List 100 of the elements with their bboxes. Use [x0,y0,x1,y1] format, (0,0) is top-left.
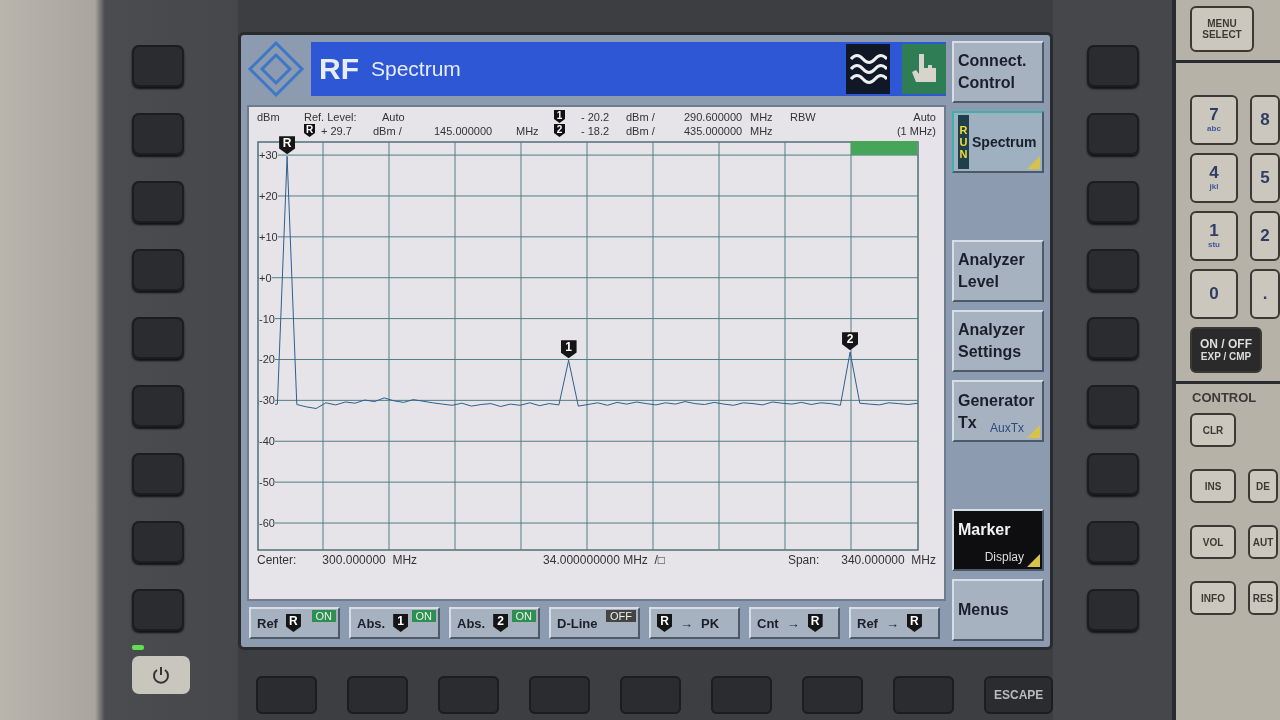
control-key[interactable]: INS [1190,469,1236,503]
marker-label: R [657,614,672,632]
state-badge: ON [411,610,436,622]
hardware-key[interactable] [256,676,318,714]
hardware-key[interactable] [1086,385,1139,427]
digit-key[interactable]: . [1250,269,1280,319]
hardware-key[interactable] [132,317,184,359]
center-label: Center: [257,553,297,567]
side-softkey[interactable]: Menus [952,579,1044,641]
softkey[interactable]: Abs. 1 ON [349,607,440,639]
hardware-key[interactable] [132,181,184,223]
unit-label: dBm [257,110,280,123]
level-unit: dBm / [626,110,655,123]
state-badge: ON [311,610,336,622]
hardware-key[interactable] [132,453,184,495]
control-key[interactable]: CLR [1190,413,1236,447]
frequency-unit: MHz [750,110,773,123]
hardware-key[interactable] [1086,317,1139,359]
rbw-mode: Auto [913,110,936,123]
digit-key[interactable]: 0 [1190,269,1238,319]
side-softkey[interactable]: Marker Display [952,509,1044,571]
marker-frequency: 435.000000 [684,124,743,137]
title-logo: RF [319,52,359,86]
ref-frequency: 145.000000 [434,124,493,137]
rbw-label: RBW [790,110,816,123]
control-key[interactable]: AUT [1248,525,1278,559]
on-off-key[interactable]: ON / OFF EXP / CMP [1190,327,1262,373]
control-key[interactable]: INFO [1190,581,1236,615]
hand-icon[interactable] [902,44,946,94]
digit-key[interactable]: 2 [1250,211,1280,261]
hardware-key[interactable] [802,676,864,714]
side-softkey[interactable]: Connect. Control [952,41,1044,103]
hardware-key[interactable] [529,676,591,714]
softkey[interactable]: Cnt → R [749,607,840,639]
escape-key[interactable]: ESCAPE [984,676,1053,714]
window-title: Spectrum [371,57,461,81]
side-softkey[interactable]: Analyzer Settings [952,310,1044,372]
side-softkey[interactable]: Analyzer Level [952,240,1044,302]
level-unit: dBm / [626,124,655,137]
softkey[interactable]: R → PK [649,607,740,639]
axis-label: -50 [259,476,275,489]
ref-level: + 29.7 [321,124,352,137]
softkey[interactable]: Ref → R [849,607,940,639]
digit-key[interactable]: 5 [1250,153,1280,203]
axis-label: -20 [259,353,275,366]
side-softkey[interactable]: Generator Tx AuxTx [952,380,1044,442]
axis-label: +30 [259,149,278,162]
side-softkey[interactable]: RUN Spectrum [952,111,1044,173]
digit-key[interactable]: 8 [1250,95,1280,145]
marker-label: R [906,614,922,632]
control-key[interactable]: VOL [1190,525,1236,559]
hardware-key[interactable] [1086,113,1139,155]
marker-label: R [807,614,823,632]
hardware-key[interactable] [132,521,184,563]
frequency-unit: MHz [516,124,539,137]
softkey[interactable]: D-Line OFF [549,607,640,639]
state-badge: ON [511,610,536,622]
level-unit: dBm / [373,124,402,137]
softkey[interactable]: Ref R ON [249,607,340,639]
marker-flag: R [279,136,296,155]
marker-level: - 20.2 [581,110,610,123]
marker-frequency: 290.600000 [684,110,743,123]
hardware-key[interactable] [132,113,184,155]
control-key[interactable]: RES [1248,581,1278,615]
hardware-key[interactable] [132,45,184,87]
hardware-key[interactable] [132,249,184,291]
power-icon [151,665,171,685]
ref-level-label: Ref. Level: [304,110,357,123]
hardware-key[interactable] [620,676,682,714]
logo-icon [247,40,305,98]
hardware-key[interactable] [347,676,409,714]
ref-level-mode: Auto [382,110,405,123]
marker-level: - 18.2 [581,124,610,137]
hardware-key[interactable] [132,589,184,631]
marker-flag: 2 [842,332,859,351]
hardware-key[interactable] [438,676,500,714]
status-badge [851,141,917,155]
center-frequency: 300.000000 MHz [322,553,418,567]
hardware-key[interactable] [711,676,773,714]
menu-select-key[interactable]: MENU SELECT [1190,6,1254,52]
wave-icon[interactable] [846,44,890,94]
hardware-key[interactable] [893,676,955,714]
control-key[interactable]: DE [1248,469,1278,503]
digit-key[interactable]: 1 stu [1190,211,1238,261]
marker-label: R [304,124,315,137]
marker-label: 2 [554,124,565,137]
axis-label: -40 [259,435,275,448]
digit-key[interactable]: 7 abc [1190,95,1238,145]
hardware-key[interactable] [132,385,184,427]
softkey[interactable]: Abs. 2 ON [449,607,540,639]
hardware-key[interactable] [1086,181,1139,223]
hardware-key[interactable] [1086,453,1139,495]
hardware-key[interactable] [1086,589,1139,631]
hardware-key[interactable] [1086,249,1139,291]
state-badge: OFF [606,610,636,622]
hardware-key[interactable] [1086,521,1139,563]
hardware-key[interactable] [1086,45,1139,87]
power-button[interactable] [132,656,190,694]
digit-key[interactable]: 4 jkl [1190,153,1238,203]
marker-label: 1 [554,110,565,123]
